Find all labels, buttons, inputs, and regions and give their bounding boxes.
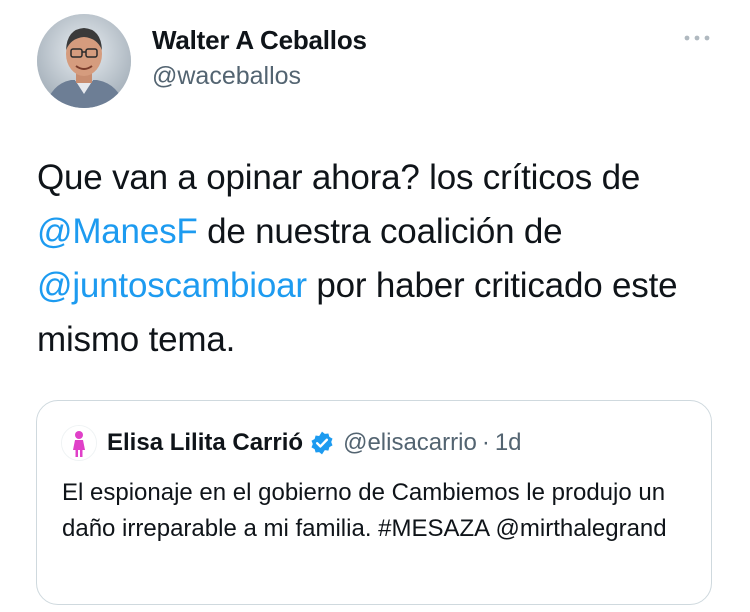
tweet-text-part: de nuestra coalición de xyxy=(197,212,563,251)
author-handle[interactable]: @waceballos xyxy=(152,62,301,91)
more-options-button[interactable] xyxy=(677,26,717,50)
separator-dot: · xyxy=(481,429,490,456)
quoted-author-name[interactable]: Elisa Lilita Carrió xyxy=(107,429,303,457)
quoted-tweet[interactable]: Elisa Lilita Carrió @elisacarrio · 1d El… xyxy=(36,400,712,605)
author-photo xyxy=(37,14,131,108)
quoted-tweet-header: Elisa Lilita Carrió @elisacarrio · 1d xyxy=(107,429,522,457)
quoted-tweet-text: El espionaje en el gobierno de Cambiemos… xyxy=(62,479,667,542)
quoted-author-avatar[interactable] xyxy=(61,425,97,461)
tweet-text: Que van a opinar ahora? los críticos de … xyxy=(37,151,727,367)
mention-link[interactable]: @ManesF xyxy=(37,212,198,251)
tweet-text-part: Que van a opinar ahora? los críticos de xyxy=(37,158,641,197)
more-horizontal-icon xyxy=(684,35,710,41)
quoted-author-handle[interactable]: @elisacarrio xyxy=(343,429,477,457)
author-avatar[interactable] xyxy=(37,14,131,108)
quoted-timestamp[interactable]: 1d xyxy=(495,429,522,457)
person-figure-icon xyxy=(62,426,96,460)
mention-link[interactable]: @juntoscambioar xyxy=(37,266,307,305)
author-name[interactable]: Walter A Ceballos xyxy=(152,25,367,56)
verified-badge-icon xyxy=(309,430,335,456)
